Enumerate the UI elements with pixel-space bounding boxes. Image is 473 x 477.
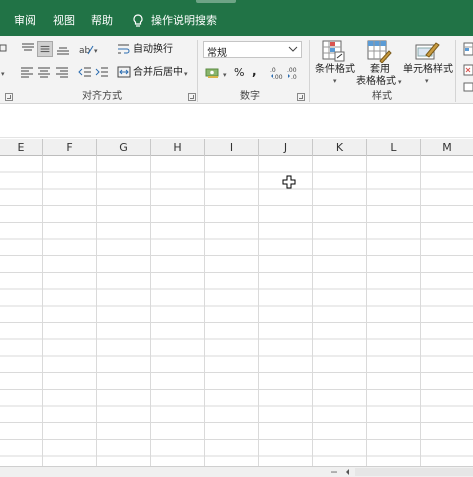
delete-cells-icon[interactable]: [463, 64, 473, 76]
tab-review[interactable]: 审阅: [14, 14, 36, 28]
column-header-e[interactable]: E: [0, 139, 43, 156]
worksheet-grid[interactable]: [0, 156, 473, 466]
scroll-left-icon[interactable]: [344, 468, 352, 476]
svg-text:.0: .0: [291, 74, 297, 80]
grid-column-line: [150, 156, 151, 466]
insert-cells-icon[interactable]: [463, 42, 473, 56]
svg-text:.0: .0: [270, 67, 276, 74]
cell-select-cursor-icon: [282, 175, 296, 189]
svg-text:.00: .00: [273, 74, 283, 80]
conditional-format-button[interactable]: 条件格式: [315, 64, 355, 76]
merge-dropdown-caret[interactable]: ▾: [184, 70, 188, 78]
format-as-table-icon[interactable]: [366, 39, 392, 63]
align-center-icon[interactable]: [37, 66, 51, 78]
comma-style-button[interactable]: ,: [252, 65, 257, 77]
column-header-m[interactable]: M: [421, 139, 473, 156]
chevron-down-icon: [288, 46, 298, 52]
align-right-icon[interactable]: [55, 66, 69, 78]
cell-styles-icon[interactable]: [414, 39, 440, 63]
ribbon-tab-bar: 审阅 视图 帮助 操作说明搜索: [0, 0, 473, 36]
column-header-l[interactable]: L: [367, 139, 421, 156]
grid-column-line: [420, 156, 421, 466]
column-header-row: E F G H I J K L M: [0, 139, 473, 156]
grid-column-line: [42, 156, 43, 466]
group-label-number: 数字: [240, 91, 260, 102]
grid-column-line: [366, 156, 367, 466]
column-header-j[interactable]: J: [259, 139, 313, 156]
group-separator: [455, 40, 456, 102]
grid-column-line: [204, 156, 205, 466]
accounting-dropdown-caret[interactable]: ▾: [223, 71, 227, 79]
wrap-text-icon[interactable]: [117, 42, 131, 56]
partial-dropdown-caret[interactable]: ▾: [1, 70, 5, 78]
column-header-f[interactable]: F: [43, 139, 97, 156]
font-group-launcher[interactable]: [5, 93, 13, 101]
number-group-launcher[interactable]: [297, 93, 305, 101]
cell-styles-button[interactable]: 单元格样式: [403, 64, 453, 76]
align-middle-icon[interactable]: [37, 41, 53, 57]
group-label-styles: 样式: [372, 91, 392, 102]
conditional-format-icon[interactable]: [321, 39, 347, 63]
merge-center-button[interactable]: 合并后居中: [133, 67, 183, 79]
column-header-i[interactable]: I: [205, 139, 259, 156]
align-left-icon[interactable]: [20, 66, 34, 78]
orientation-dropdown-caret[interactable]: ▾: [94, 47, 98, 55]
increase-decimal-icon[interactable]: .0.00: [270, 66, 284, 80]
lightbulb-icon[interactable]: [130, 13, 146, 29]
decrease-indent-icon[interactable]: [78, 66, 92, 78]
decrease-decimal-icon[interactable]: .00.0: [287, 66, 301, 80]
sheet-tab-bar: [0, 466, 473, 477]
format-as-table-label-1[interactable]: 套用: [370, 64, 390, 76]
format-as-table-button[interactable]: 表格格式: [356, 76, 396, 88]
tab-help[interactable]: 帮助: [91, 14, 113, 28]
percent-style-button[interactable]: %: [234, 67, 244, 79]
conditional-format-caret[interactable]: ▾: [333, 77, 337, 85]
merge-center-icon[interactable]: [117, 65, 131, 79]
tell-me-search[interactable]: 操作说明搜索: [151, 14, 217, 28]
more-dots-icon[interactable]: [330, 468, 338, 476]
accounting-format-icon[interactable]: [205, 67, 221, 79]
grid-column-line: [96, 156, 97, 466]
formula-bar-area: [0, 105, 473, 138]
grid-column-line: [258, 156, 259, 466]
group-separator: [309, 40, 310, 102]
increase-indent-icon[interactable]: [95, 66, 109, 78]
orientation-icon[interactable]: ab: [78, 42, 94, 56]
grid-column-line: [312, 156, 313, 466]
partial-format-icon[interactable]: [0, 43, 8, 53]
column-header-k[interactable]: K: [313, 139, 367, 156]
column-header-g[interactable]: G: [97, 139, 151, 156]
number-format-dropdown[interactable]: 常规: [203, 41, 302, 59]
wrap-text-button[interactable]: 自动换行: [133, 44, 173, 56]
column-header-h[interactable]: H: [151, 139, 205, 156]
format-as-table-caret[interactable]: ▾: [398, 78, 402, 86]
cell-styles-caret[interactable]: ▾: [425, 77, 429, 85]
align-bottom-icon[interactable]: [55, 42, 71, 56]
horizontal-scrollbar[interactable]: [355, 468, 473, 476]
ribbon: ▾ ab ▾ 自动换行 合并后居中 ▾ 对齐方式 常规 ▾ % , .0 .00…: [0, 36, 473, 104]
group-label-alignment: 对齐方式: [82, 91, 122, 102]
svg-text:ab: ab: [79, 46, 91, 56]
group-separator: [197, 40, 198, 102]
window-title-fragment: [196, 0, 236, 3]
format-cells-icon[interactable]: [463, 82, 473, 92]
align-top-icon[interactable]: [20, 42, 36, 56]
number-format-value: 常规: [207, 48, 227, 59]
tab-view[interactable]: 视图: [53, 14, 75, 28]
svg-text:.00: .00: [287, 67, 297, 74]
alignment-group-launcher[interactable]: [188, 93, 196, 101]
